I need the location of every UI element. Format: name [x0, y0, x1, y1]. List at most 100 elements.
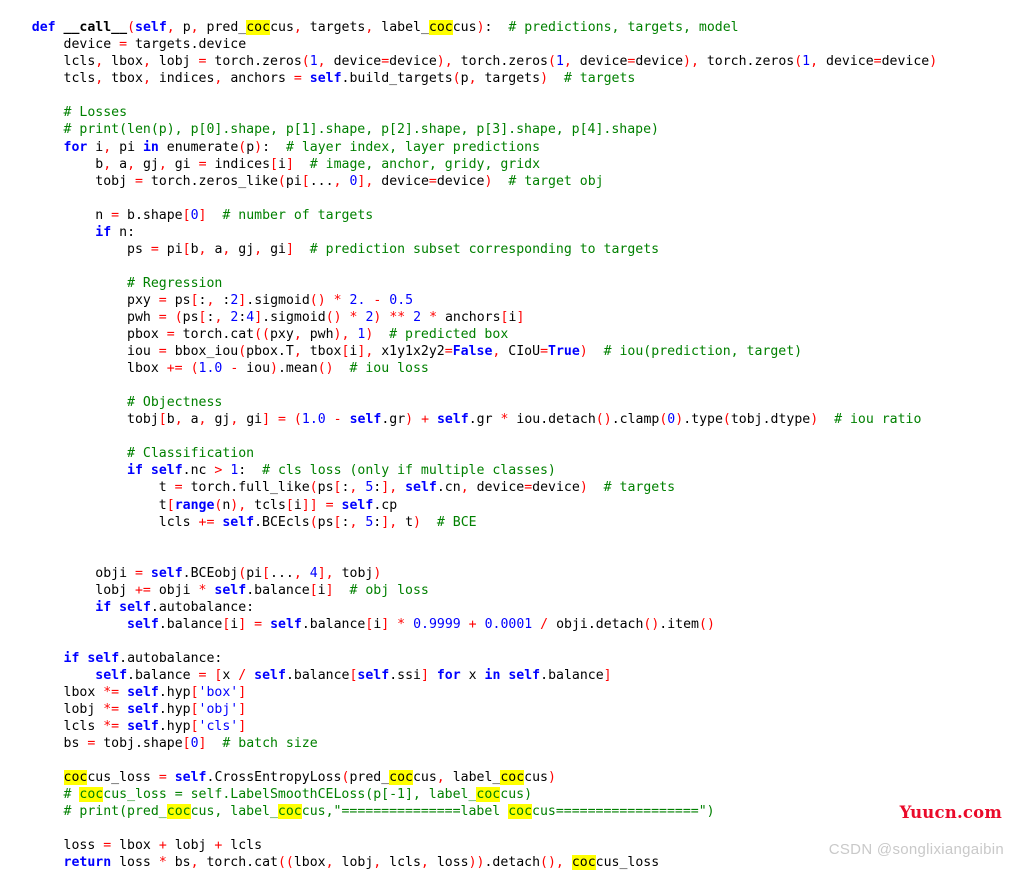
code-token-kw: self — [222, 514, 255, 530]
code-token-op: / — [540, 616, 549, 632]
code-token-pl: b.shape — [119, 207, 183, 223]
code-line: n = b.shape[0] # number of targets — [0, 207, 937, 224]
code-token-pl: cus — [524, 770, 548, 786]
code-token-op: + — [421, 412, 430, 428]
code-line: def __call__(self, p, pred_coccus, targe… — [0, 19, 937, 36]
code-line: iou = bbox_iou(pbox.T, tbox[i], x1y1x2y2… — [0, 343, 937, 360]
code-token-pl: i — [278, 156, 286, 172]
code-token-op: ) — [436, 54, 445, 70]
code-line: tobj[b, a, gj, gi] = (1.0 - self.gr) + s… — [0, 411, 937, 428]
code-token-pl: pxy — [269, 327, 294, 343]
code-token-op: ( — [277, 173, 286, 189]
code-token-pl: obji — [150, 582, 199, 598]
code-token-op: ), — [230, 497, 247, 513]
code-token-pl: tobj.dtype — [730, 412, 811, 428]
code-token-op: [ — [190, 719, 199, 735]
code-token-op: = — [254, 616, 263, 632]
code-token-op: ) — [254, 139, 263, 155]
code-line: if self.nc > 1: # cls loss (only if mult… — [0, 462, 937, 479]
code-token-kw: self — [127, 702, 159, 718]
code-token-pl: device — [373, 173, 429, 189]
code-token-op: ) — [413, 514, 421, 530]
code-token-op: , — [444, 54, 453, 70]
code-token-kw: self — [309, 71, 342, 87]
code-line: tobj = torch.zeros_like(pi[..., 0], devi… — [0, 173, 937, 190]
code-token-pl: anchors — [222, 71, 294, 87]
search-match-highlight: coc — [166, 804, 191, 820]
code-token-pl: torch.cat — [198, 855, 278, 871]
search-match-highlight: coc — [246, 20, 271, 36]
code-token-op: , — [190, 855, 199, 871]
code-token-kw: if — [127, 463, 143, 479]
search-match-highlight: coc — [500, 770, 525, 786]
code-token-kw: if — [95, 224, 112, 240]
code-token-cmt: # BCE — [421, 514, 477, 530]
code-token-op: + — [468, 616, 477, 632]
code-token-pl: torch.full_like — [182, 480, 310, 496]
code-token-cmt: # Classification — [127, 446, 255, 462]
code-token-pl: indices — [150, 71, 215, 87]
code-token-op: ) — [476, 20, 485, 36]
code-token-op: ] — [516, 309, 525, 325]
code-token-pl: device — [881, 54, 930, 70]
code-token-pl: t — [0, 480, 175, 496]
code-token-pl: x — [222, 667, 239, 683]
code-token-fn: __call__ — [63, 20, 128, 36]
code-token-cmt: # iou(prediction, target) — [587, 344, 803, 360]
code-line: if self.autobalance: — [0, 650, 937, 667]
code-line: if n: — [0, 224, 937, 241]
code-line: pwh = (ps[:, 2:4].sigmoid() * 2) ** 2 * … — [0, 309, 937, 326]
code-token-op: = — [524, 480, 533, 496]
code-token-pl: .balance — [158, 616, 223, 632]
code-token-pl: lcls — [0, 719, 104, 735]
code-token-pl: cus_loss — [87, 770, 159, 786]
code-token-op: ] — [325, 582, 334, 598]
code-token-pl: .autobalance — [150, 599, 247, 615]
source-code-block[interactable]: def __call__(self, p, pred_coccus, targe… — [0, 19, 937, 871]
code-token-pl: a — [182, 412, 199, 428]
code-token-op: (( — [277, 855, 294, 871]
code-token-pl: : — [246, 599, 255, 615]
code-token-pl: tobj — [0, 412, 159, 428]
code-token-op: , — [468, 71, 477, 87]
code-token-cmt: # print(pred_ — [63, 804, 167, 820]
code-token-op: , — [436, 770, 445, 786]
code-token-cmt: # image, anchor, gridy, gridx — [293, 156, 541, 172]
code-token-op: ) — [373, 565, 382, 581]
code-token-pl: lbox — [103, 54, 143, 70]
code-token-pl: ps — [166, 292, 191, 308]
code-token-kw: self — [127, 685, 159, 701]
code-token-op: (( — [254, 327, 270, 343]
code-token-op: ( — [293, 412, 302, 428]
code-token-op: ] — [285, 241, 294, 257]
code-token-pl: targets.device — [127, 37, 247, 53]
code-token-op: , — [389, 480, 398, 496]
code-token-pl: .gr — [381, 412, 406, 428]
code-token-op: += — [198, 514, 215, 530]
code-token-op: * — [158, 855, 167, 871]
code-token-op: = — [158, 292, 167, 308]
code-token-cmt: # batch size — [206, 736, 318, 752]
code-token-pl: pwh — [0, 309, 159, 325]
code-token-op: ( — [238, 565, 247, 581]
code-token-op: ] — [381, 480, 390, 496]
code-token-op: ] — [238, 719, 247, 735]
code-token-pl: .balance — [246, 582, 310, 598]
code-token-num: 2 — [413, 309, 422, 325]
code-token-pl: .hyp — [158, 685, 191, 701]
code-token-pl: .clamp — [611, 412, 660, 428]
code-token-pl: tcls — [0, 71, 96, 87]
code-token-op: ( — [127, 20, 136, 36]
